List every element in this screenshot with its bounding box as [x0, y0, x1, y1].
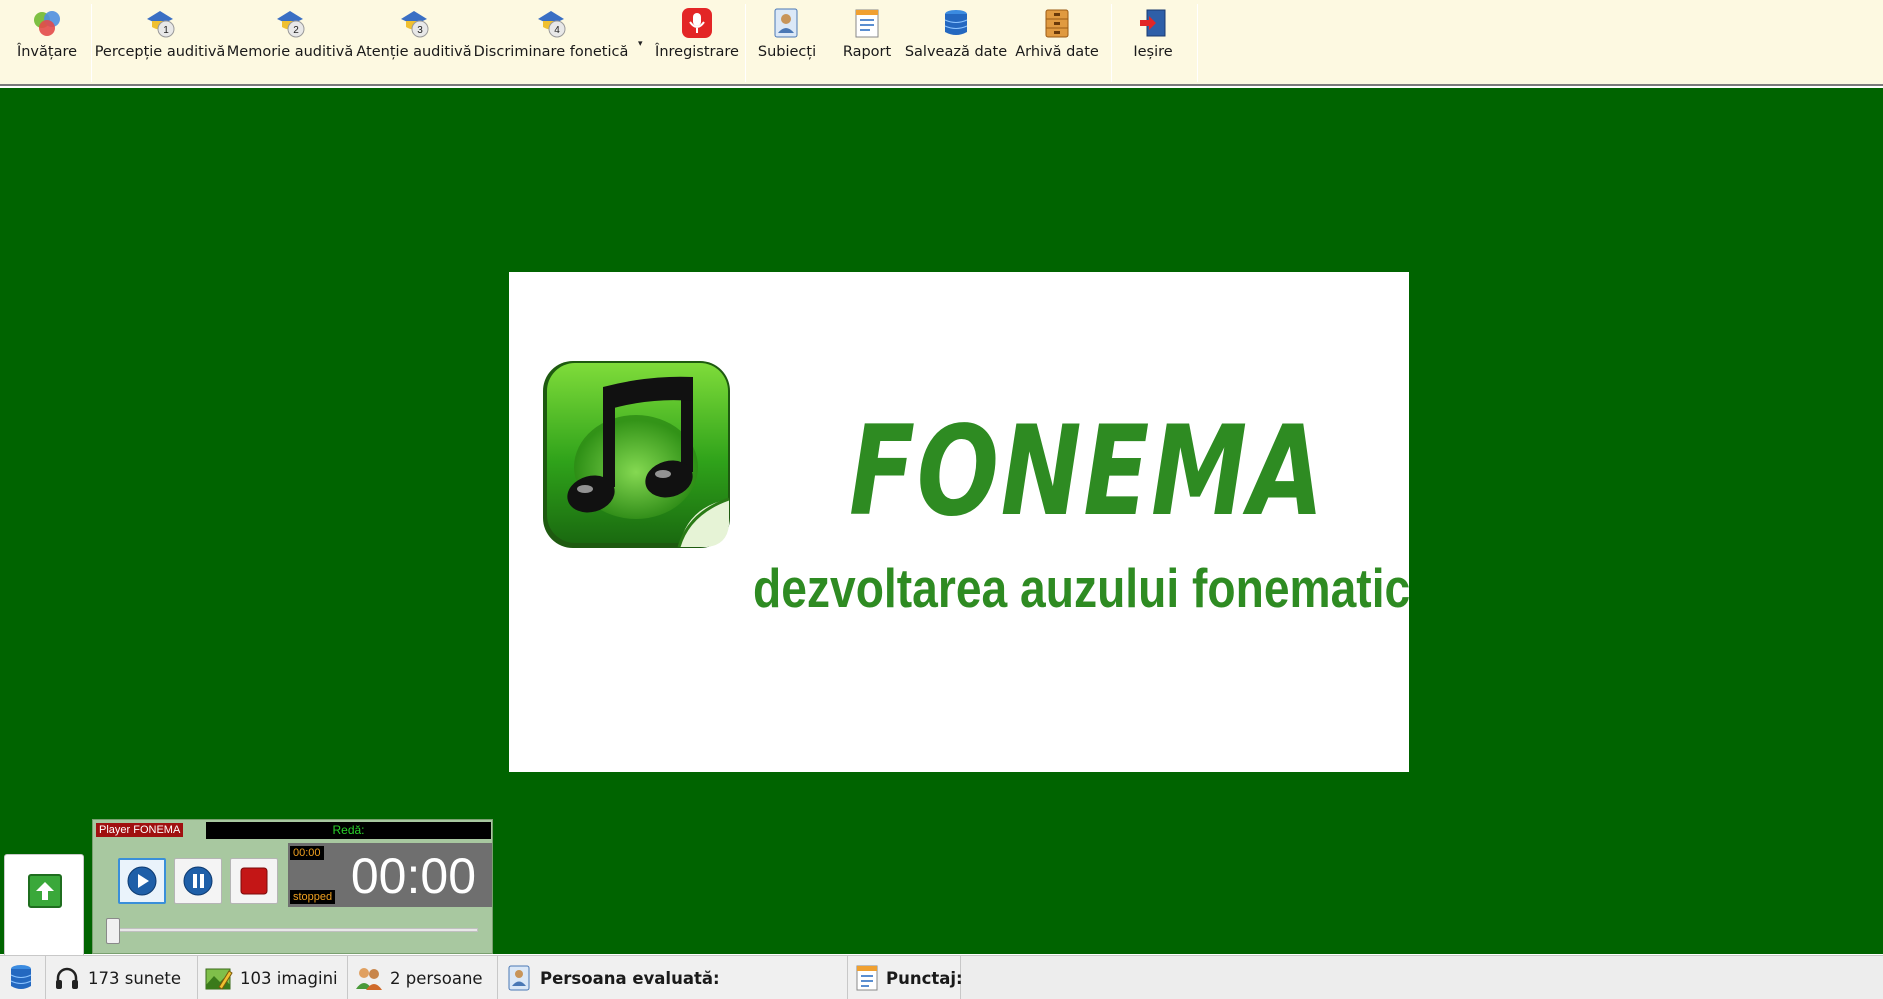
person-card-icon	[504, 963, 534, 993]
splash-title: FONEMA	[849, 398, 1326, 544]
exit-label: Ieșire	[1133, 44, 1173, 60]
toolbar-separator	[1111, 4, 1112, 82]
stop-icon	[240, 867, 268, 895]
persons-icon	[354, 963, 384, 993]
report-icon	[850, 6, 884, 40]
status-score: Punctaj:	[848, 956, 963, 999]
perception-button[interactable]: 1 Percepție auditivă	[95, 6, 225, 66]
memory-label: Memorie auditivă	[226, 44, 354, 60]
subjects-label: Subiecți	[757, 44, 817, 60]
archive-data-button[interactable]: Arhivă date	[1014, 6, 1100, 66]
main-workspace: FONEMA dezvoltarea auzului fonematic Pla…	[0, 88, 1883, 999]
status-bar: 173 sunete 103 imagini 2 persoane Persoa…	[0, 955, 1883, 999]
seek-thumb[interactable]	[106, 918, 120, 944]
report-button[interactable]: Raport	[834, 6, 900, 66]
archive-icon	[1040, 6, 1074, 40]
status-database	[0, 956, 46, 999]
status-persons: 2 persoane	[348, 956, 498, 999]
pause-button[interactable]	[174, 858, 222, 904]
status-evaluated-person: Persoana evaluată:	[498, 956, 848, 999]
discrimination-badge: 4	[554, 25, 560, 36]
play-button[interactable]	[118, 858, 166, 904]
status-filler	[961, 956, 1883, 999]
record-button[interactable]: Înregistrare	[655, 6, 739, 66]
seek-track[interactable]	[113, 928, 478, 932]
perception-label: Percepție auditivă	[94, 44, 226, 60]
attention-icon: 3	[397, 6, 431, 40]
status-sounds: 173 sunete	[46, 956, 198, 999]
database-icon	[6, 963, 36, 993]
memory-icon: 2	[273, 6, 307, 40]
persons-count: 2 persoane	[390, 968, 483, 988]
score-label: Punctaj:	[886, 968, 963, 988]
archive-data-label: Arhivă date	[1015, 44, 1099, 60]
images-icon	[204, 963, 234, 993]
player-title: Player FONEMA	[96, 823, 184, 837]
learning-icon	[30, 6, 64, 40]
player-status: Redă:	[206, 822, 491, 839]
splash-subtitle: dezvoltarea auzului fonematic	[753, 557, 1411, 619]
subjects-button[interactable]: Subiecți	[754, 6, 820, 66]
save-data-button[interactable]: Salvează date	[904, 6, 1008, 66]
time-readout: 00:00	[350, 848, 476, 904]
play-icon	[127, 866, 157, 896]
database-icon	[939, 6, 973, 40]
perception-icon: 1	[143, 6, 177, 40]
discrimination-label: Discriminare fonetică	[473, 44, 629, 60]
discrimination-dropdown-arrow[interactable]: ▾	[638, 38, 643, 49]
images-count: 103 imagini	[240, 968, 338, 988]
elapsed-time: 00:00	[290, 846, 324, 860]
perception-badge: 1	[163, 25, 169, 36]
time-display: 00:00 stopped 00:00	[288, 843, 492, 907]
save-data-label: Salvează date	[904, 44, 1008, 60]
exit-icon	[1136, 6, 1170, 40]
discrimination-button[interactable]: 4 Discriminare fonetică	[474, 6, 628, 66]
splash-panel: FONEMA dezvoltarea auzului fonematic	[509, 272, 1411, 772]
toolbar-separator	[91, 4, 92, 82]
arrow-up-icon	[36, 882, 54, 900]
stop-button[interactable]	[230, 858, 278, 904]
attention-label: Atenție auditivă	[356, 44, 472, 60]
playback-state: stopped	[290, 890, 336, 904]
headphones-icon	[52, 963, 82, 993]
upload-button[interactable]	[28, 874, 62, 908]
exit-button[interactable]: Ieșire	[1122, 6, 1184, 66]
attention-badge: 3	[417, 25, 423, 36]
memory-badge: 2	[293, 25, 299, 36]
record-label: Înregistrare	[655, 44, 739, 60]
microphone-icon	[680, 6, 714, 40]
learning-label: Învățare	[16, 44, 78, 60]
evaluated-person-label: Persoana evaluată:	[540, 968, 720, 988]
toolbar-separator	[745, 4, 746, 82]
pause-icon	[183, 866, 213, 896]
discrimination-icon: 4	[534, 6, 568, 40]
music-note-icon	[539, 357, 734, 555]
memory-button[interactable]: 2 Memorie auditivă	[226, 6, 354, 66]
subjects-icon	[770, 6, 804, 40]
status-images: 103 imagini	[198, 956, 348, 999]
toolbar-separator	[1197, 4, 1198, 82]
main-toolbar: Învățare 1 Percepție auditivă 2 Memorie …	[0, 0, 1883, 86]
learning-button[interactable]: Învățare	[14, 6, 80, 66]
audio-player: Player FONEMA Redă: 00:00 stopped 00:00	[92, 819, 493, 954]
sounds-count: 173 sunete	[88, 968, 182, 988]
report-label: Raport	[842, 44, 892, 60]
attention-button[interactable]: 3 Atenție auditivă	[356, 6, 472, 66]
report-icon	[854, 963, 880, 993]
